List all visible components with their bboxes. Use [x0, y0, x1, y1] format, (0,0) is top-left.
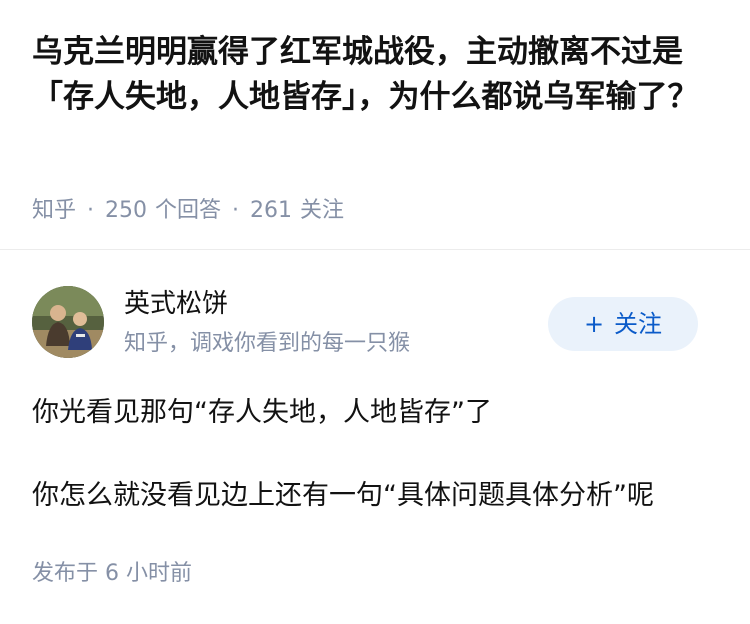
author-name[interactable]: 英式松饼 [124, 287, 228, 321]
question-meta: 知乎 · 250 个回答 · 261 关注 [32, 195, 344, 227]
follower-count: 261 [250, 198, 293, 223]
answer-paragraph: 你光看见那句“存人失地，人地皆存”了 [32, 397, 492, 428]
answer-count[interactable]: 250 [105, 198, 147, 223]
answer-paragraph: 你怎么就没看见边上还有一句“具体问题具体分析”呢 [32, 480, 654, 511]
follow-button[interactable]: + 关注 [548, 297, 698, 351]
avatar-photo-icon [32, 286, 104, 358]
question-header: 乌克兰明明赢得了红军城战役，主动撤离不过是「存人失地，人地皆存」，为什么都说乌军… [0, 0, 750, 248]
answer-count-label[interactable]: 个回答 [155, 198, 221, 223]
avatar[interactable] [32, 286, 104, 358]
meta-separator: · [232, 198, 240, 223]
publish-time: 发布于 6 小时前 [32, 561, 192, 586]
follower-count-label: 关注 [300, 198, 345, 223]
meta-separator: · [87, 198, 95, 223]
source-label: 知乎 [32, 198, 77, 223]
author-bio: 知乎，调戏你看到的每一只猴 [124, 331, 411, 356]
follow-button-label: 关注 [614, 310, 663, 338]
plus-icon: + [583, 310, 605, 338]
section-divider [0, 249, 750, 250]
zhihu-answer-page: 乌克兰明明赢得了红军城战役，主动撤离不过是「存人失地，人地皆存」，为什么都说乌军… [0, 0, 750, 624]
question-title[interactable]: 乌克兰明明赢得了红军城战役，主动撤离不过是「存人失地，人地皆存」，为什么都说乌军… [32, 30, 722, 120]
